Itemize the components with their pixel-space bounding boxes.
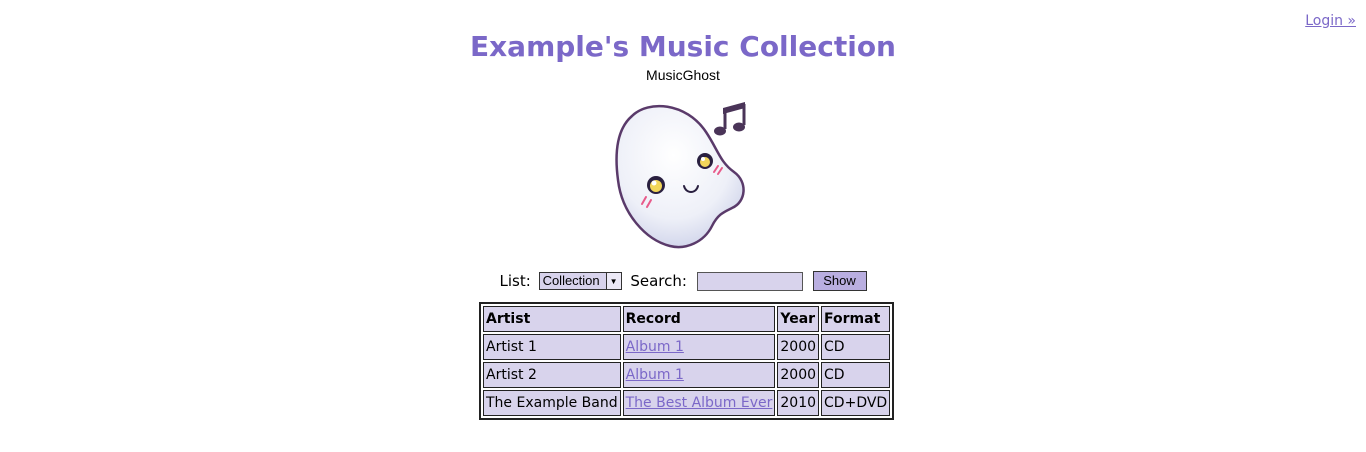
list-label: List:	[499, 272, 531, 290]
table-header-row: Artist Record Year Format	[483, 306, 891, 332]
page-header: Example's Music Collection MusicGhost	[0, 30, 1366, 83]
column-header-year: Year	[777, 306, 820, 332]
column-header-record: Record	[622, 306, 776, 332]
format-cell: CD+DVD	[821, 390, 891, 416]
table-row: The Example Band The Best Album Ever 201…	[483, 390, 891, 416]
search-input[interactable]	[696, 271, 803, 291]
list-select[interactable]: Collection ▼	[538, 272, 622, 290]
login-link[interactable]: Login »	[1305, 13, 1356, 29]
chevron-down-icon[interactable]: ▼	[605, 273, 621, 289]
record-link[interactable]: The Best Album Ever	[626, 395, 773, 411]
year-cell: 2000	[777, 334, 820, 360]
show-button[interactable]: Show	[812, 271, 867, 291]
site-name: MusicGhost	[646, 67, 720, 83]
table-row: Artist 2 Album 1 2000 CD	[483, 362, 891, 388]
list-select-value: Collection	[542, 273, 600, 288]
music-note-icon	[714, 102, 746, 136]
column-header-format: Format	[821, 306, 891, 332]
record-link[interactable]: Album 1	[626, 367, 684, 383]
column-header-artist: Artist	[483, 306, 621, 332]
table-row: Artist 1 Album 1 2000 CD	[483, 334, 891, 360]
record-cell: The Best Album Ever	[622, 390, 776, 416]
artist-cell: Artist 2	[483, 362, 621, 388]
collection-table: Artist Record Year Format Artist 1 Album…	[479, 302, 895, 420]
search-label: Search:	[630, 272, 687, 290]
year-cell: 2000	[777, 362, 820, 388]
format-cell: CD	[821, 334, 891, 360]
artist-cell: Artist 1	[483, 334, 621, 360]
ghost-icon	[615, 102, 746, 249]
artist-cell: The Example Band	[483, 390, 621, 416]
year-cell: 2010	[777, 390, 820, 416]
record-cell: Album 1	[622, 362, 776, 388]
record-cell: Album 1	[622, 334, 776, 360]
page-title: Example's Music Collection	[469, 30, 896, 63]
format-cell: CD	[821, 362, 891, 388]
music-ghost-logo	[608, 96, 758, 252]
list-controls: List: Collection ▼ Search: Show	[0, 271, 1366, 291]
record-link[interactable]: Album 1	[626, 339, 684, 355]
